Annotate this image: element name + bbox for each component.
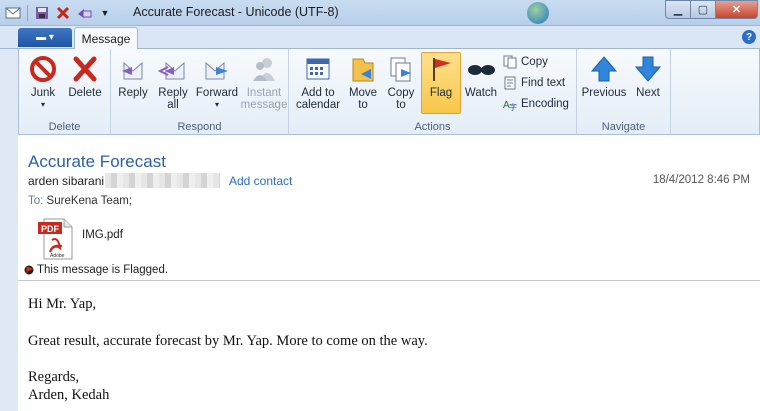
add-contact-link[interactable]: Add contact: [229, 174, 292, 188]
junk-icon: [27, 53, 59, 85]
customize-qat-icon[interactable]: ▼: [96, 4, 114, 22]
reply-icon: [117, 53, 149, 85]
instant-message-icon: [248, 53, 280, 85]
group-label-delete: Delete: [48, 121, 81, 133]
copy-to-icon: [385, 53, 417, 85]
group-actions: Add to calendar Move to Copy to Flag Wat…: [289, 49, 577, 135]
svg-text:Adobe: Adobe: [50, 253, 65, 259]
message-body[interactable]: Hi Mr. Yap, Great result, accurate forec…: [18, 280, 760, 411]
calendar-icon: [302, 53, 334, 85]
recipients-line: To: SureKena Team;: [28, 195, 132, 207]
title-bar: ▼ Accurate Forecast - Unicode (UTF-8) ▁ …: [0, 0, 760, 26]
window-controls: ▁ ▢ ✕: [665, 0, 758, 19]
minimize-button[interactable]: ▁: [665, 0, 690, 19]
group-delete: Junk ▾ Delete Delete: [19, 49, 111, 135]
maximize-button[interactable]: ▢: [690, 0, 715, 19]
group-label-respond: Respond: [177, 121, 222, 133]
encoding-button[interactable]: A字 Encoding: [503, 95, 569, 113]
copy-to-button[interactable]: Copy to: [383, 53, 419, 115]
delete-x-icon[interactable]: [54, 4, 72, 22]
delete-icon: [69, 53, 101, 85]
junk-button[interactable]: Junk ▾: [25, 53, 61, 115]
globe-icon: [527, 2, 549, 24]
next-button[interactable]: Next: [629, 53, 667, 115]
body-greeting: Hi Mr. Yap,: [28, 296, 97, 312]
close-button[interactable]: ✕: [715, 0, 758, 19]
redacted-email: [105, 173, 220, 188]
attachment-name[interactable]: IMG.pdf: [82, 229, 123, 241]
down-arrow-icon: [632, 53, 664, 85]
to-label: To:: [28, 195, 44, 207]
move-to-button[interactable]: Move to: [345, 53, 381, 115]
group-respond: Reply Reply all Forward ▾ Instant messag…: [111, 49, 289, 135]
reply-all-button[interactable]: Reply all: [155, 53, 191, 115]
body-signature: Arden, Kedah: [28, 387, 110, 403]
copy-icon: [503, 55, 517, 69]
file-menu-button[interactable]: ▬ ▾: [18, 28, 72, 47]
save-icon[interactable]: [33, 4, 51, 22]
body-line: Great result, accurate forecast by Mr. Y…: [28, 333, 428, 349]
message-subject: Accurate Forecast: [28, 152, 166, 171]
reply-all-icon: [157, 53, 189, 85]
group-label-actions: Actions: [414, 121, 451, 133]
forward-icon: [201, 53, 233, 85]
flag-notice: This message is Flagged.: [24, 264, 168, 276]
find-text-button[interactable]: Find text: [503, 74, 565, 92]
encoding-icon: A字: [503, 100, 517, 111]
left-frame: [0, 49, 18, 411]
svg-text:PDF: PDF: [41, 224, 60, 234]
instant-message-button[interactable]: Instant message: [241, 53, 287, 115]
recipient[interactable]: SureKena Team;: [47, 195, 132, 207]
move-to-folder-icon: [347, 53, 379, 85]
tab-message[interactable]: Message: [74, 27, 138, 50]
group-navigate: Previous Next Navigate: [577, 49, 671, 135]
group-label-navigate: Navigate: [601, 121, 646, 133]
sender-name[interactable]: arden sibarani: [28, 174, 104, 188]
previous-button[interactable]: Previous: [581, 53, 627, 115]
small-flag-icon: [24, 265, 34, 275]
mail-app-icon[interactable]: [4, 4, 22, 22]
up-arrow-icon: [588, 53, 620, 85]
ribbon: Junk ▾ Delete Delete Reply Reply all For…: [18, 49, 760, 135]
message-date: 18/4/2012 8:46 PM: [652, 174, 750, 186]
qat-separator: [27, 5, 28, 21]
watch-button[interactable]: Watch: [463, 53, 499, 115]
body-closing: Regards,: [28, 369, 80, 385]
watch-glasses-icon: [465, 53, 497, 85]
flag-icon: [425, 53, 457, 85]
reply-qat-icon[interactable]: [75, 4, 93, 22]
junk-dropdown-icon: ▾: [40, 100, 45, 109]
copy-button[interactable]: Copy: [503, 53, 548, 71]
ribbon-tab-row: ▬ ▾ Message ?: [0, 26, 760, 50]
quick-access-toolbar: ▼: [4, 4, 114, 22]
window-title: Accurate Forecast - Unicode (UTF-8): [133, 5, 339, 19]
add-to-calendar-button[interactable]: Add to calendar: [293, 53, 343, 115]
reply-button[interactable]: Reply: [115, 53, 151, 115]
message-header: Accurate Forecast arden sibarani Add con…: [18, 135, 760, 280]
flag-button[interactable]: Flag: [421, 52, 461, 114]
pdf-file-icon: PDF Adobe: [38, 218, 73, 260]
help-icon[interactable]: ?: [742, 30, 756, 44]
forward-dropdown-icon: ▾: [214, 100, 219, 109]
svg-text:字: 字: [509, 102, 517, 111]
attachment[interactable]: PDF Adobe IMG.pdf: [38, 218, 123, 260]
find-text-icon: [504, 76, 516, 90]
forward-button[interactable]: Forward ▾: [195, 53, 239, 115]
delete-button[interactable]: Delete: [65, 53, 105, 115]
